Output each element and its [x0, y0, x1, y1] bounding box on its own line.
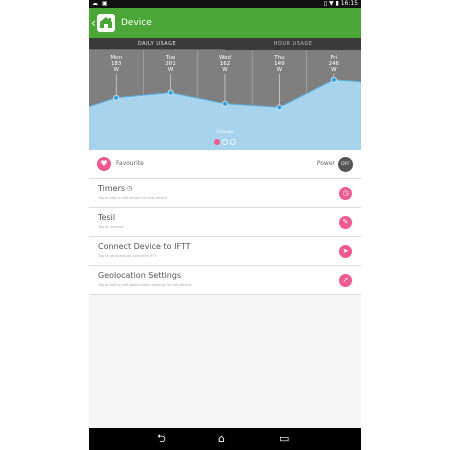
chart-unit-label: W — [331, 67, 337, 73]
pencil-icon[interactable]: ✎ — [339, 216, 352, 229]
favourite-row: ♥ Favourite Power OFF — [89, 150, 361, 179]
heart-icon[interactable]: ♥ — [97, 157, 111, 171]
list-item-geolocation[interactable]: Geolocation Settings Tap to add or edit … — [89, 266, 361, 295]
power-label: Power — [316, 160, 335, 167]
status-right: ▯ ▼ ▮ 16:15 — [324, 0, 358, 8]
list-item-ifttt[interactable]: Connect Device to IFTT Tap to go ahead a… — [89, 237, 361, 266]
system-nav-bar: ⮌ ⌂ ▭ — [89, 428, 361, 450]
home-icon[interactable]: ⌂ — [218, 431, 225, 447]
page-indicator-dot — [214, 139, 221, 146]
timer-small-clock-icon: ◷ — [127, 185, 133, 192]
item-title: Connect Device to IFTT — [98, 242, 191, 251]
power-toggle-button[interactable]: OFF — [338, 157, 353, 172]
device-screen: ☁ ▣ ▯ ▼ ▮ 16:15 ‹ Device DAILY USAGE HOU… — [89, 0, 361, 450]
list-item-timers[interactable]: Timers ◷ Tap to add or edit timers for th… — [89, 179, 361, 208]
chart-point — [113, 94, 120, 101]
recents-icon[interactable]: ▭ — [279, 431, 289, 447]
chart-point — [167, 89, 174, 96]
chart-unit-label: W — [276, 67, 283, 73]
location-arrow-icon[interactable]: ➚ — [339, 274, 352, 287]
clock-icon[interactable]: ◷ — [339, 187, 352, 200]
chart-point — [222, 100, 228, 107]
item-title: Tesil — [98, 213, 116, 222]
item-title: Timers ◷ — [98, 184, 133, 193]
chart-unit-label: W — [222, 67, 228, 73]
home-logo-icon[interactable] — [97, 14, 115, 32]
send-icon[interactable]: ➤ — [339, 245, 352, 258]
page-indicator-label: Change — [216, 130, 234, 135]
clock: 16:15 — [340, 0, 358, 7]
item-subtitle: Tap to add or edit timers for this devic… — [98, 196, 168, 200]
item-subtitle: Tap to go ahead ab connecte IFTT — [98, 254, 158, 258]
back-icon[interactable]: ⮌ — [157, 431, 166, 447]
page-title: Device — [121, 18, 152, 28]
chart-unit-label: W — [113, 67, 119, 73]
back-chevron-icon[interactable]: ‹ — [91, 15, 96, 31]
chart-point — [330, 76, 337, 83]
system-icons: ▯ ▼ ▮ — [323, 0, 339, 7]
app-bar: ‹ Device — [89, 8, 361, 38]
item-subtitle: Tap to rename — [98, 225, 124, 229]
favourite-label: Favourite — [116, 160, 144, 167]
item-subtitle: Tap to add or edit geolocation settings … — [98, 283, 192, 287]
item-title: Geolocation Settings — [98, 271, 182, 280]
usage-chart[interactable]: Mon 183 W Tue 201 W Wed 162 W Thu 149 W Fri 246 W Chan… — [89, 50, 361, 150]
chart-unit-label: W — [167, 67, 174, 73]
status-bar: ☁ ▣ ▯ ▼ ▮ 16:15 — [89, 0, 361, 8]
tab-hour-usage[interactable]: HOUR USAGE — [225, 38, 361, 50]
notification-icons: ☁ ▣ — [92, 0, 109, 7]
usage-tabs: DAILY USAGE HOUR USAGE — [89, 38, 361, 50]
list-item-rename[interactable]: Tesil Tap to rename ✎ — [89, 208, 361, 237]
chart-point — [276, 104, 283, 111]
